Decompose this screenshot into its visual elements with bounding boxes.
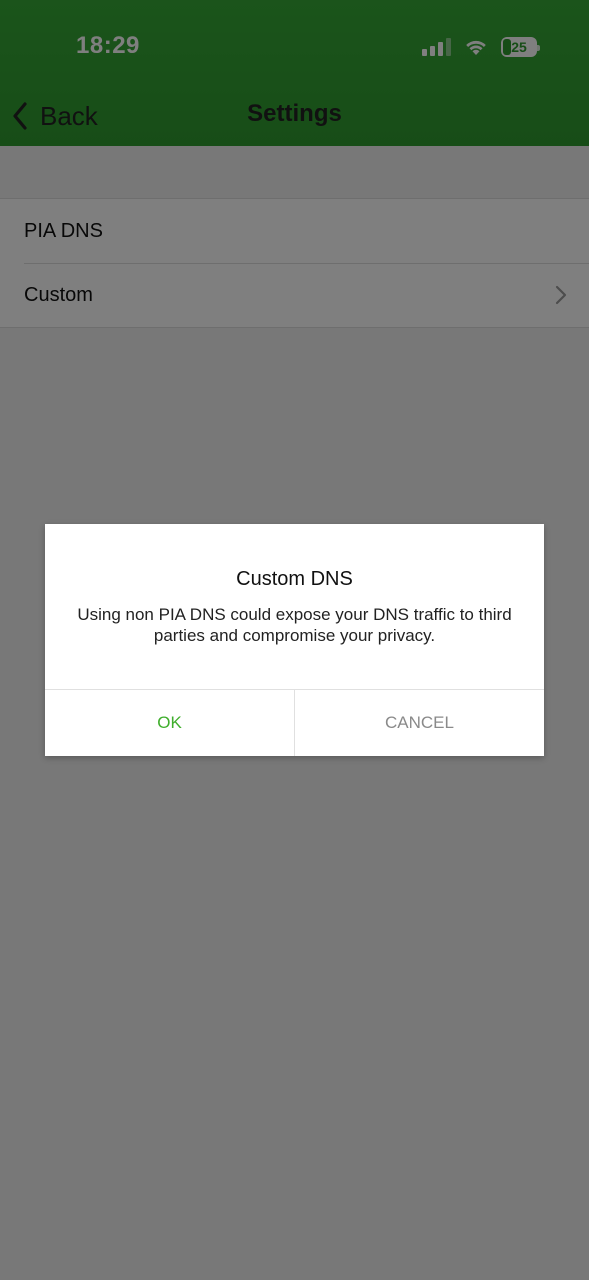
dialog-message: Using non PIA DNS could expose your DNS …: [77, 605, 512, 645]
ok-button[interactable]: OK: [45, 690, 294, 756]
custom-dns-dialog: Custom DNS Using non PIA DNS could expos…: [45, 524, 544, 756]
dialog-title: Custom DNS: [236, 568, 353, 590]
dialog-actions: OK CANCEL: [45, 689, 544, 756]
cancel-button[interactable]: CANCEL: [294, 690, 544, 756]
